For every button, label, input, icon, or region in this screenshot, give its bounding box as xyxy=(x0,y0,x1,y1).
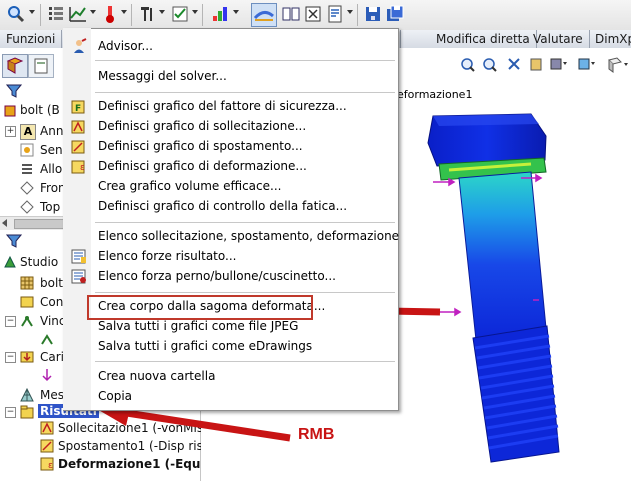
menu-separator xyxy=(95,361,395,362)
pin-bolt-force-icon xyxy=(71,268,87,284)
menu-item-save-all-plots-jpeg[interactable]: Salva tutti i grafici come file JPEG xyxy=(63,316,397,336)
menu-item-advisor[interactable]: Advisor... xyxy=(63,36,397,56)
menu-separator xyxy=(95,222,395,223)
menu-item-copy[interactable]: Copia xyxy=(63,386,397,406)
menu-separator xyxy=(95,60,395,61)
menu-item-create-new-folder[interactable]: Crea nuova cartella xyxy=(63,366,397,386)
advisor-icon xyxy=(71,38,87,54)
menu-item-list-stress-displacement-strain[interactable]: Elenco sollecitazione, spostamento, defo… xyxy=(63,226,399,246)
strain-plot-icon: ε xyxy=(71,158,87,174)
menu-item-fatigue-check-plot[interactable]: Definisci grafico di controllo della fat… xyxy=(63,196,397,216)
menu-item-solver-messages[interactable]: Messaggi del solver... xyxy=(63,66,397,86)
menu-separator xyxy=(95,92,395,93)
menu-item-displacement-plot[interactable]: Definisci grafico di spostamento... xyxy=(63,136,397,156)
menu-item-save-all-plots-edrawings[interactable]: Salva tutti i grafici come eDrawings xyxy=(63,336,397,356)
menu-item-safety-factor-plot[interactable]: F Definisci grafico del fattore di sicur… xyxy=(63,96,397,116)
result-force-icon xyxy=(71,248,87,264)
svg-text:ε: ε xyxy=(80,163,85,173)
menu-item-list-result-force[interactable]: Elenco forze risultato... xyxy=(63,246,397,266)
displacement-plot-icon xyxy=(71,138,87,154)
menu-item-strain-plot[interactable]: ε Definisci grafico di deformazione... xyxy=(63,156,397,176)
safety-factor-plot-icon: F xyxy=(71,98,87,114)
rmb-annotation-label: RMB xyxy=(298,426,335,443)
svg-text:F: F xyxy=(75,104,81,114)
menu-item-stress-plot[interactable]: Definisci grafico di sollecitazione... xyxy=(63,116,397,136)
menu-item-effective-volume-plot[interactable]: Crea grafico volume efficace... xyxy=(63,176,397,196)
menu-separator xyxy=(95,292,395,293)
menu-item-list-pin-bolt-bearing-force[interactable]: Elenco forza perno/bullone/cuscinetto... xyxy=(63,266,397,286)
stress-plot-icon xyxy=(71,118,87,134)
